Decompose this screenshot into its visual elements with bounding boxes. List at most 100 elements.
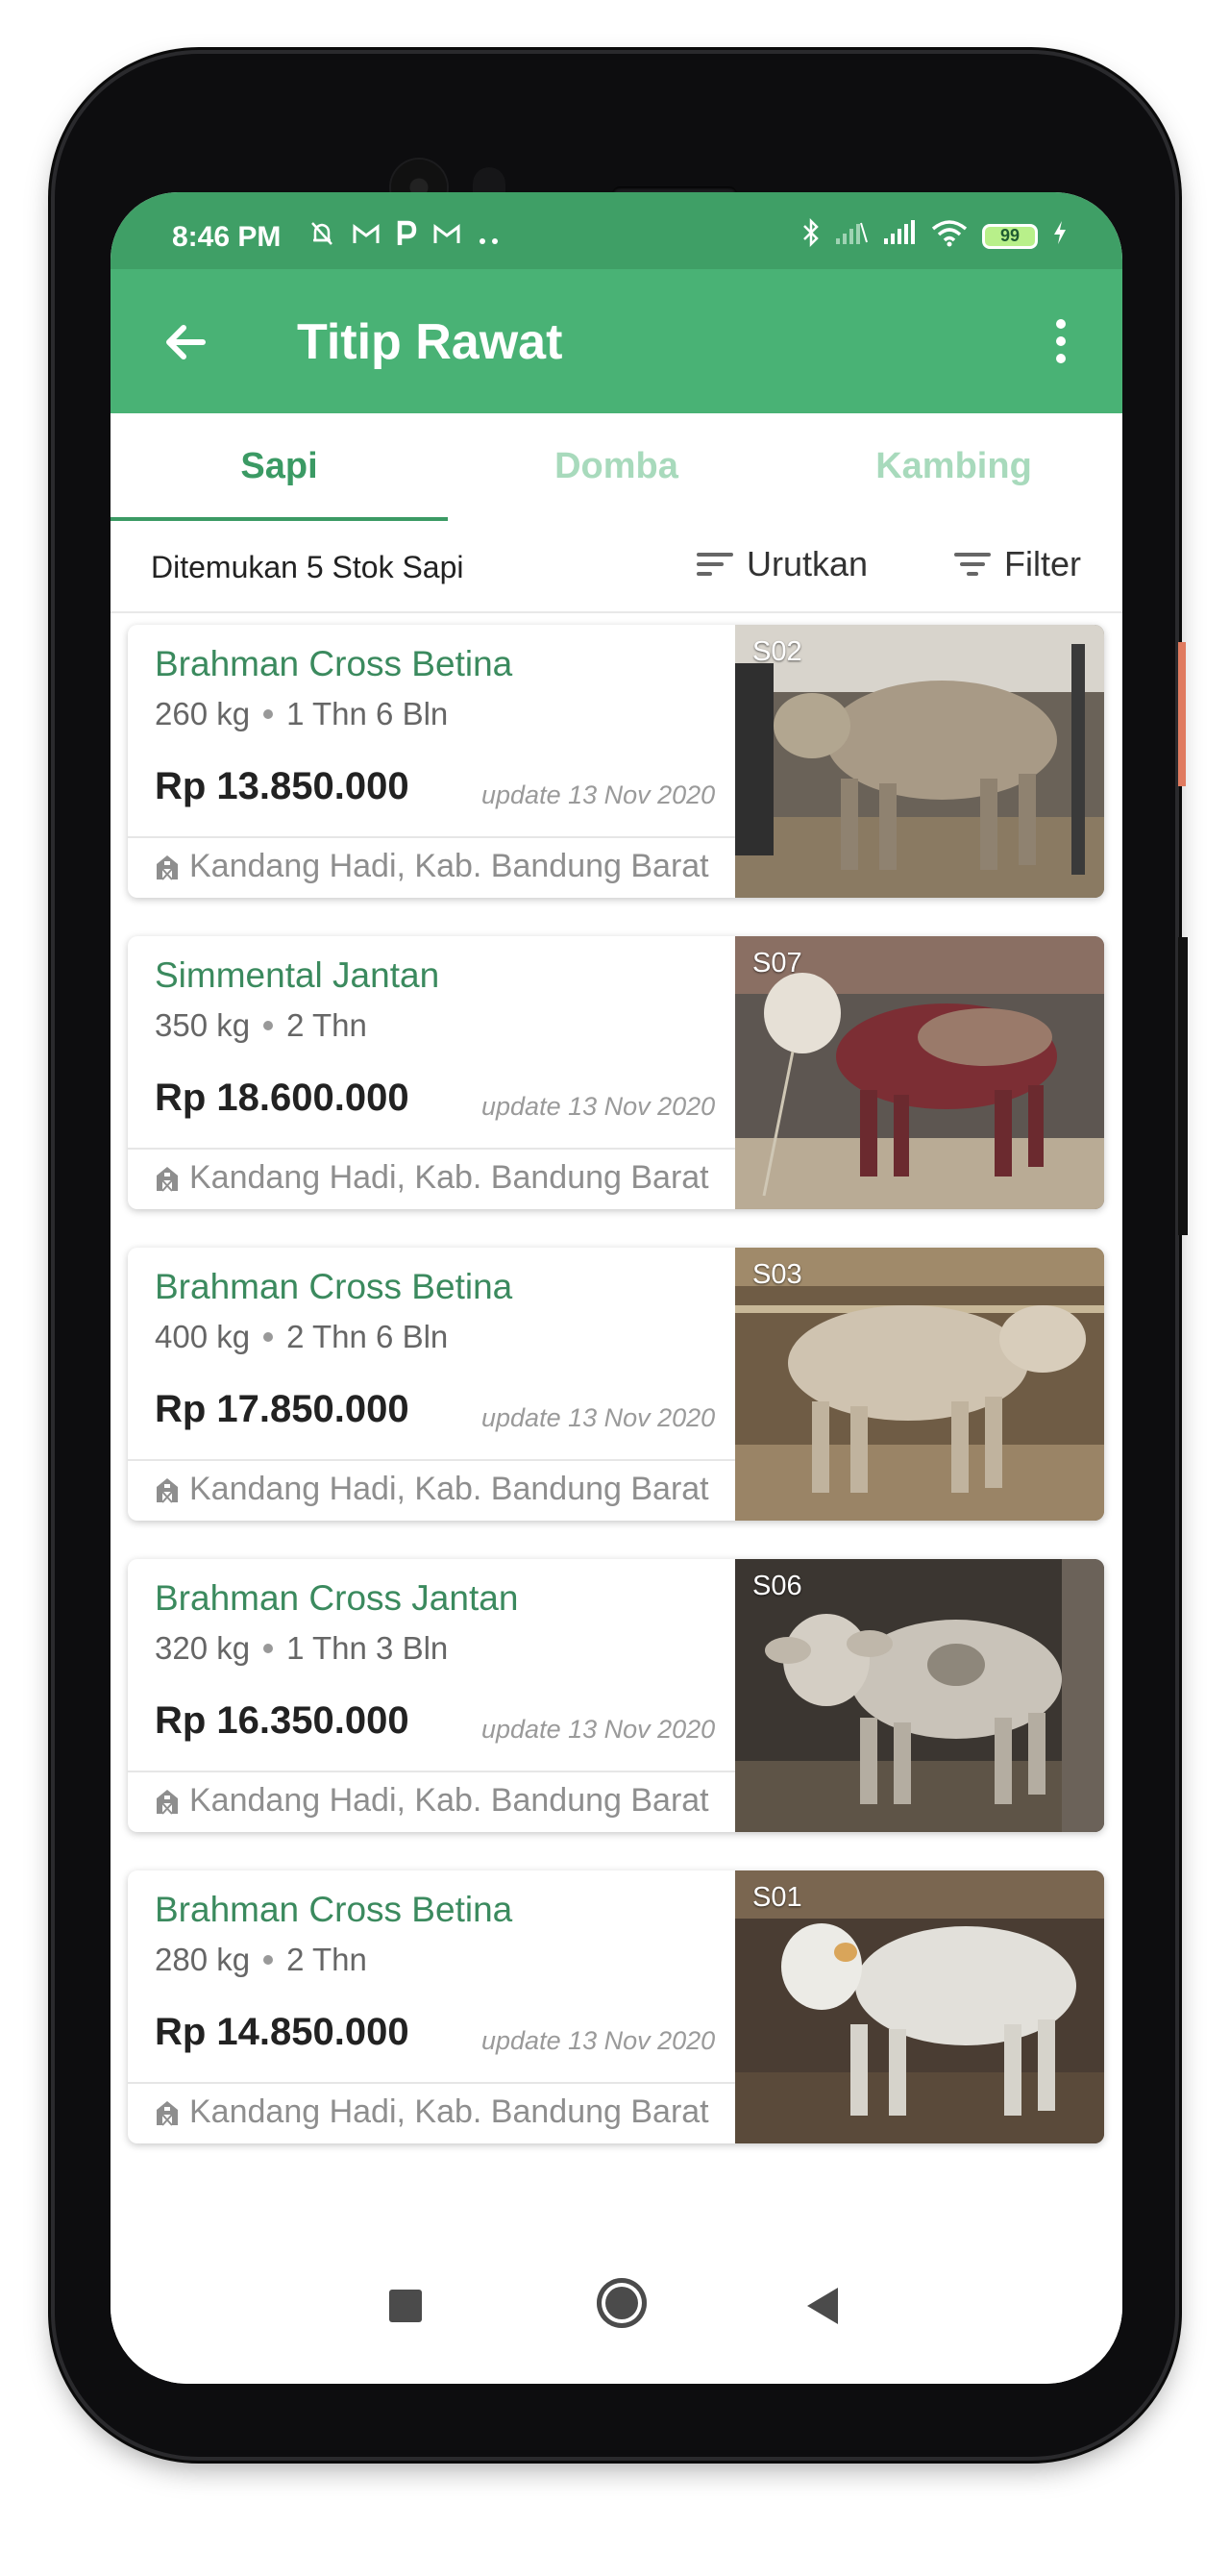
bluetooth-icon (801, 217, 821, 255)
cattle-name: Brahman Cross Jantan (155, 1578, 519, 1618)
cattle-location: Kandang Hadi, Kab. Bandung Barat (155, 848, 709, 885)
barn-icon (157, 1477, 178, 1503)
sort-icon (697, 550, 733, 579)
cattle-price: Rp 14.850.000 (155, 2011, 409, 2053)
list-toolbar: Ditemukan 5 Stok Sapi Urutkan Filter (111, 521, 1122, 613)
card-divider (128, 1148, 735, 1150)
home-button[interactable] (597, 2278, 647, 2328)
animal-tabs: Sapi Domba Kambing (111, 413, 1122, 521)
cattle-age: 1 Thn 3 Bln (286, 1630, 449, 1666)
barn-icon (157, 855, 178, 880)
cattle-price: Rp 18.600.000 (155, 1077, 409, 1119)
cattle-photo: S03 (735, 1248, 1104, 1521)
cattle-weight: 280 kg (155, 1942, 251, 1977)
signal-icon (834, 219, 869, 253)
cattle-card[interactable]: Brahman Cross Betina 280 kg 2 Thn Rp 14.… (128, 1870, 1104, 2143)
cattle-name: Brahman Cross Betina (155, 1890, 513, 1929)
cattle-price: Rp 13.850.000 (155, 765, 409, 807)
system-nav-bar (111, 2259, 1122, 2384)
cattle-spec: 320 kg 1 Thn 3 Bln (155, 1630, 448, 1667)
cattle-location: Kandang Hadi, Kab. Bandung Barat (155, 1471, 709, 1508)
barn-icon (157, 1166, 178, 1192)
cattle-photo: S01 (735, 1870, 1104, 2143)
tab-sapi[interactable]: Sapi (111, 413, 448, 521)
location-label: Kandang Hadi, Kab. Bandung Barat (189, 1471, 709, 1507)
cattle-name: Simmental Jantan (155, 955, 440, 995)
wifi-icon (930, 218, 969, 254)
charging-icon (1051, 219, 1069, 253)
separator-dot (263, 1021, 274, 1030)
barn-icon (157, 2100, 178, 2126)
cattle-card[interactable]: Brahman Cross Betina 400 kg 2 Thn 6 Bln … (128, 1248, 1104, 1521)
sort-label: Urutkan (747, 544, 869, 583)
notification-icons (308, 219, 502, 255)
separator-dot (263, 1644, 274, 1653)
filter-label: Filter (1004, 544, 1081, 583)
card-divider (128, 1459, 735, 1461)
system-icons: 99 (801, 217, 1069, 255)
card-divider (128, 2082, 735, 2084)
cattle-weight: 350 kg (155, 1007, 251, 1043)
cattle-age: 1 Thn 6 Bln (286, 696, 449, 731)
cattle-location: Kandang Hadi, Kab. Bandung Barat (155, 2093, 709, 2131)
side-button (1178, 937, 1188, 1235)
tab-domba[interactable]: Domba (448, 413, 785, 521)
filter-icon (954, 550, 991, 579)
cattle-photo: S07 (735, 936, 1104, 1209)
page-title: Titip Rawat (297, 314, 563, 370)
cattle-spec: 260 kg 1 Thn 6 Bln (155, 696, 448, 732)
cattle-spec: 400 kg 2 Thn 6 Bln (155, 1319, 448, 1355)
app-bar: Titip Rawat (111, 269, 1122, 413)
back-button[interactable] (807, 2288, 838, 2324)
cattle-card[interactable]: Brahman Cross Jantan 320 kg 1 Thn 3 Bln … (128, 1559, 1104, 1832)
cattle-photo: S06 (735, 1559, 1104, 1832)
recents-button[interactable] (389, 2290, 422, 2322)
stock-code: S01 (752, 1882, 802, 1913)
back-arrow-icon[interactable] (157, 313, 214, 371)
stock-code: S06 (752, 1571, 802, 1601)
location-label: Kandang Hadi, Kab. Bandung Barat (189, 2093, 709, 2130)
cattle-weight: 260 kg (155, 696, 251, 731)
location-label: Kandang Hadi, Kab. Bandung Barat (189, 848, 709, 884)
cattle-weight: 400 kg (155, 1319, 251, 1354)
update-date: update 13 Nov 2020 (481, 2026, 716, 2055)
cattle-spec: 350 kg 2 Thn (155, 1007, 367, 1044)
cattle-name: Brahman Cross Betina (155, 644, 513, 683)
sort-button[interactable]: Urutkan (697, 544, 868, 584)
update-date: update 13 Nov 2020 (481, 1715, 716, 1744)
cattle-name: Brahman Cross Betina (155, 1267, 513, 1306)
cattle-price: Rp 16.350.000 (155, 1699, 409, 1742)
gmail-icon (432, 222, 461, 253)
screen: 8:46 PM 99 Titip Rawat Sapi Domba Kambin… (111, 192, 1122, 2384)
cattle-spec: 280 kg 2 Thn (155, 1942, 367, 1978)
parking-icon (396, 220, 417, 254)
update-date: update 13 Nov 2020 (481, 1092, 716, 1121)
cattle-card[interactable]: Simmental Jantan 350 kg 2 Thn Rp 18.600.… (128, 936, 1104, 1209)
more-dots-icon (477, 222, 502, 253)
cattle-age: 2 Thn (286, 1007, 367, 1043)
cattle-weight: 320 kg (155, 1630, 251, 1666)
mute-bell-icon (308, 219, 336, 255)
stock-code: S02 (752, 636, 802, 667)
separator-dot (263, 1332, 274, 1342)
location-label: Kandang Hadi, Kab. Bandung Barat (189, 1159, 709, 1196)
cattle-location: Kandang Hadi, Kab. Bandung Barat (155, 1782, 709, 1820)
cattle-age: 2 Thn 6 Bln (286, 1319, 449, 1354)
signal-icon (882, 219, 917, 253)
cattle-location: Kandang Hadi, Kab. Bandung Barat (155, 1159, 709, 1197)
stock-code: S07 (752, 948, 802, 978)
cattle-card[interactable]: Brahman Cross Betina 260 kg 1 Thn 6 Bln … (128, 625, 1104, 898)
filter-button[interactable]: Filter (954, 544, 1081, 584)
status-bar: 8:46 PM 99 (111, 192, 1122, 269)
barn-icon (157, 1789, 178, 1815)
side-button (1178, 642, 1186, 786)
card-divider (128, 836, 735, 838)
result-count: Ditemukan 5 Stok Sapi (151, 550, 464, 584)
separator-dot (263, 1955, 274, 1965)
cattle-price: Rp 17.850.000 (155, 1388, 409, 1430)
tab-kambing[interactable]: Kambing (785, 413, 1122, 521)
overflow-menu-icon[interactable] (1049, 315, 1072, 369)
cattle-age: 2 Thn (286, 1942, 367, 1977)
location-label: Kandang Hadi, Kab. Bandung Barat (189, 1782, 709, 1819)
battery-icon: 99 (982, 223, 1038, 249)
